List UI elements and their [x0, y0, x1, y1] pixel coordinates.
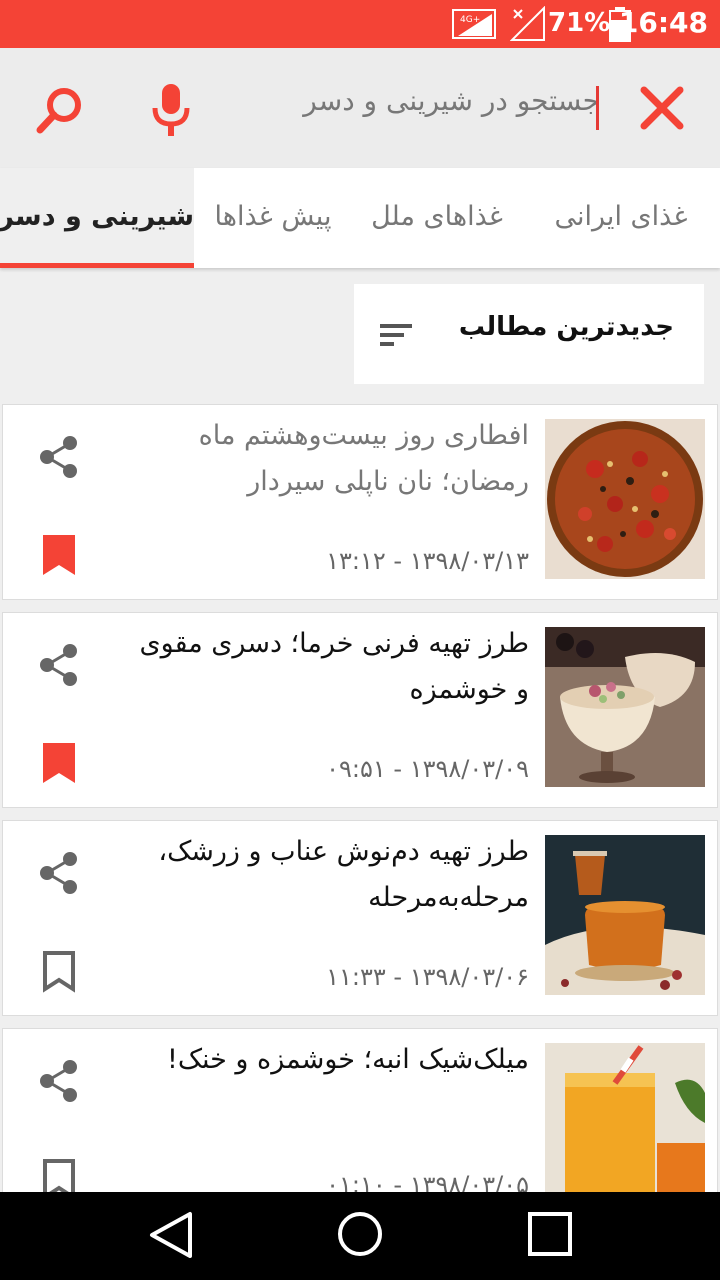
text-cursor	[596, 86, 599, 130]
category-tabs: غذای ایرانی غذاهای ملل پیش غذاها شیرینی …	[0, 168, 720, 268]
recent-apps-icon[interactable]	[526, 1210, 574, 1258]
article-title[interactable]: میلک‌شیک انبه؛ خوشمزه و خنک!	[123, 1037, 529, 1083]
sort-icon	[380, 324, 412, 346]
tab-iranian-food[interactable]: غذای ایرانی	[522, 168, 720, 268]
article-card[interactable]: طرز تهیه دم‌نوش عناب و زرشک، مرحله‌به‌مر…	[2, 820, 718, 1016]
pizza-photo	[545, 419, 705, 579]
date-pudding-photo	[545, 627, 705, 787]
status-bar: 4G+ 71% 16:48	[0, 0, 720, 48]
article-title[interactable]: طرز تهیه فرنی خرما؛ دسری مقوی و خوشمزه	[123, 621, 529, 713]
close-icon[interactable]	[632, 78, 692, 138]
tab-desserts[interactable]: شیرینی و دسر	[0, 168, 194, 268]
home-icon[interactable]	[336, 1210, 384, 1258]
herbal-tea-photo	[545, 835, 705, 995]
article-date: ۱۳۹۸/۰۳/۰۶ - ۱۱:۳۳	[326, 963, 529, 991]
signal-icon	[510, 6, 545, 41]
back-icon[interactable]	[148, 1210, 194, 1260]
share-icon[interactable]	[37, 435, 81, 479]
sort-label: جدیدترین مطالب	[458, 312, 674, 342]
article-card[interactable]: طرز تهیه فرنی خرما؛ دسری مقوی و خوشمزه ۱…	[2, 612, 718, 808]
share-icon[interactable]	[37, 643, 81, 687]
share-icon[interactable]	[37, 851, 81, 895]
article-date: ۱۳۹۸/۰۳/۱۳ - ۱۳:۱۲	[326, 547, 529, 575]
bookmark-filled-icon[interactable]	[41, 741, 77, 785]
sort-selector[interactable]: جدیدترین مطالب	[354, 284, 704, 384]
mango-milkshake-photo	[545, 1043, 705, 1203]
microphone-icon[interactable]	[146, 82, 196, 138]
navigation-bar	[0, 1192, 720, 1280]
search-input[interactable]: جستجو در شیرینی و دسر	[303, 84, 600, 117]
article-date: ۱۳۹۸/۰۳/۰۹ - ۰۹:۵۱	[326, 755, 529, 783]
network-label: 4G+	[460, 15, 480, 25]
article-card[interactable]: افطاری روز بیست‌وهشتم ماه رمضان؛ نان ناپ…	[2, 404, 718, 600]
clock: 16:48	[618, 6, 708, 39]
search-bar: جستجو در شیرینی و دسر	[0, 48, 720, 168]
bookmark-filled-icon[interactable]	[41, 533, 77, 577]
search-icon[interactable]	[34, 84, 86, 136]
article-title[interactable]: طرز تهیه دم‌نوش عناب و زرشک، مرحله‌به‌مر…	[123, 829, 529, 921]
battery-percent: 71%	[548, 8, 611, 38]
tab-world-food[interactable]: غذاهای ملل	[352, 168, 522, 268]
article-title[interactable]: افطاری روز بیست‌وهشتم ماه رمضان؛ نان ناپ…	[123, 413, 529, 505]
tab-appetizers[interactable]: پیش غذاها	[194, 168, 352, 268]
share-icon[interactable]	[37, 1059, 81, 1103]
bookmark-outline-icon[interactable]	[41, 949, 77, 993]
network-4g-icon: 4G+	[452, 9, 496, 39]
